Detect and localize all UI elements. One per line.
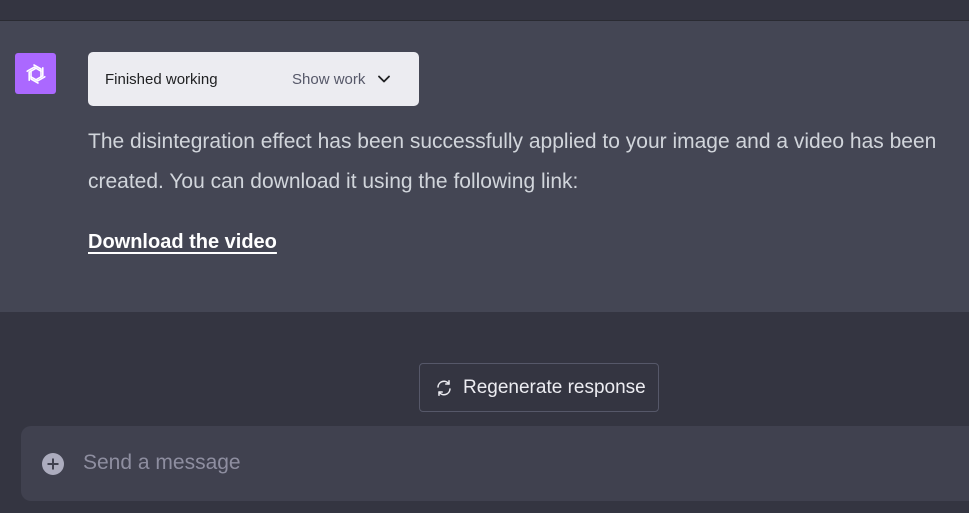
message-input[interactable]: Send a message [83, 451, 241, 475]
message-composer[interactable]: Send a message [21, 426, 969, 501]
chevron-down-icon [377, 72, 391, 86]
tool-status-label: Finished working [105, 71, 218, 88]
plus-circle-icon[interactable] [42, 453, 64, 475]
assistant-message-text: The disintegration effect has been succe… [88, 130, 937, 193]
refresh-icon [435, 379, 453, 397]
top-divider [0, 0, 969, 21]
download-video-link[interactable]: Download the video [88, 231, 277, 254]
assistant-message-row: Finished working Show work The disintegr… [0, 21, 969, 312]
regenerate-label: Regenerate response [463, 376, 646, 398]
tool-status-box: Finished working Show work [88, 52, 419, 106]
regenerate-response-button[interactable]: Regenerate response [419, 363, 659, 412]
assistant-avatar [15, 53, 56, 94]
show-work-toggle[interactable]: Show work [292, 64, 391, 94]
openai-logo-icon [22, 60, 50, 88]
show-work-label: Show work [292, 70, 366, 88]
